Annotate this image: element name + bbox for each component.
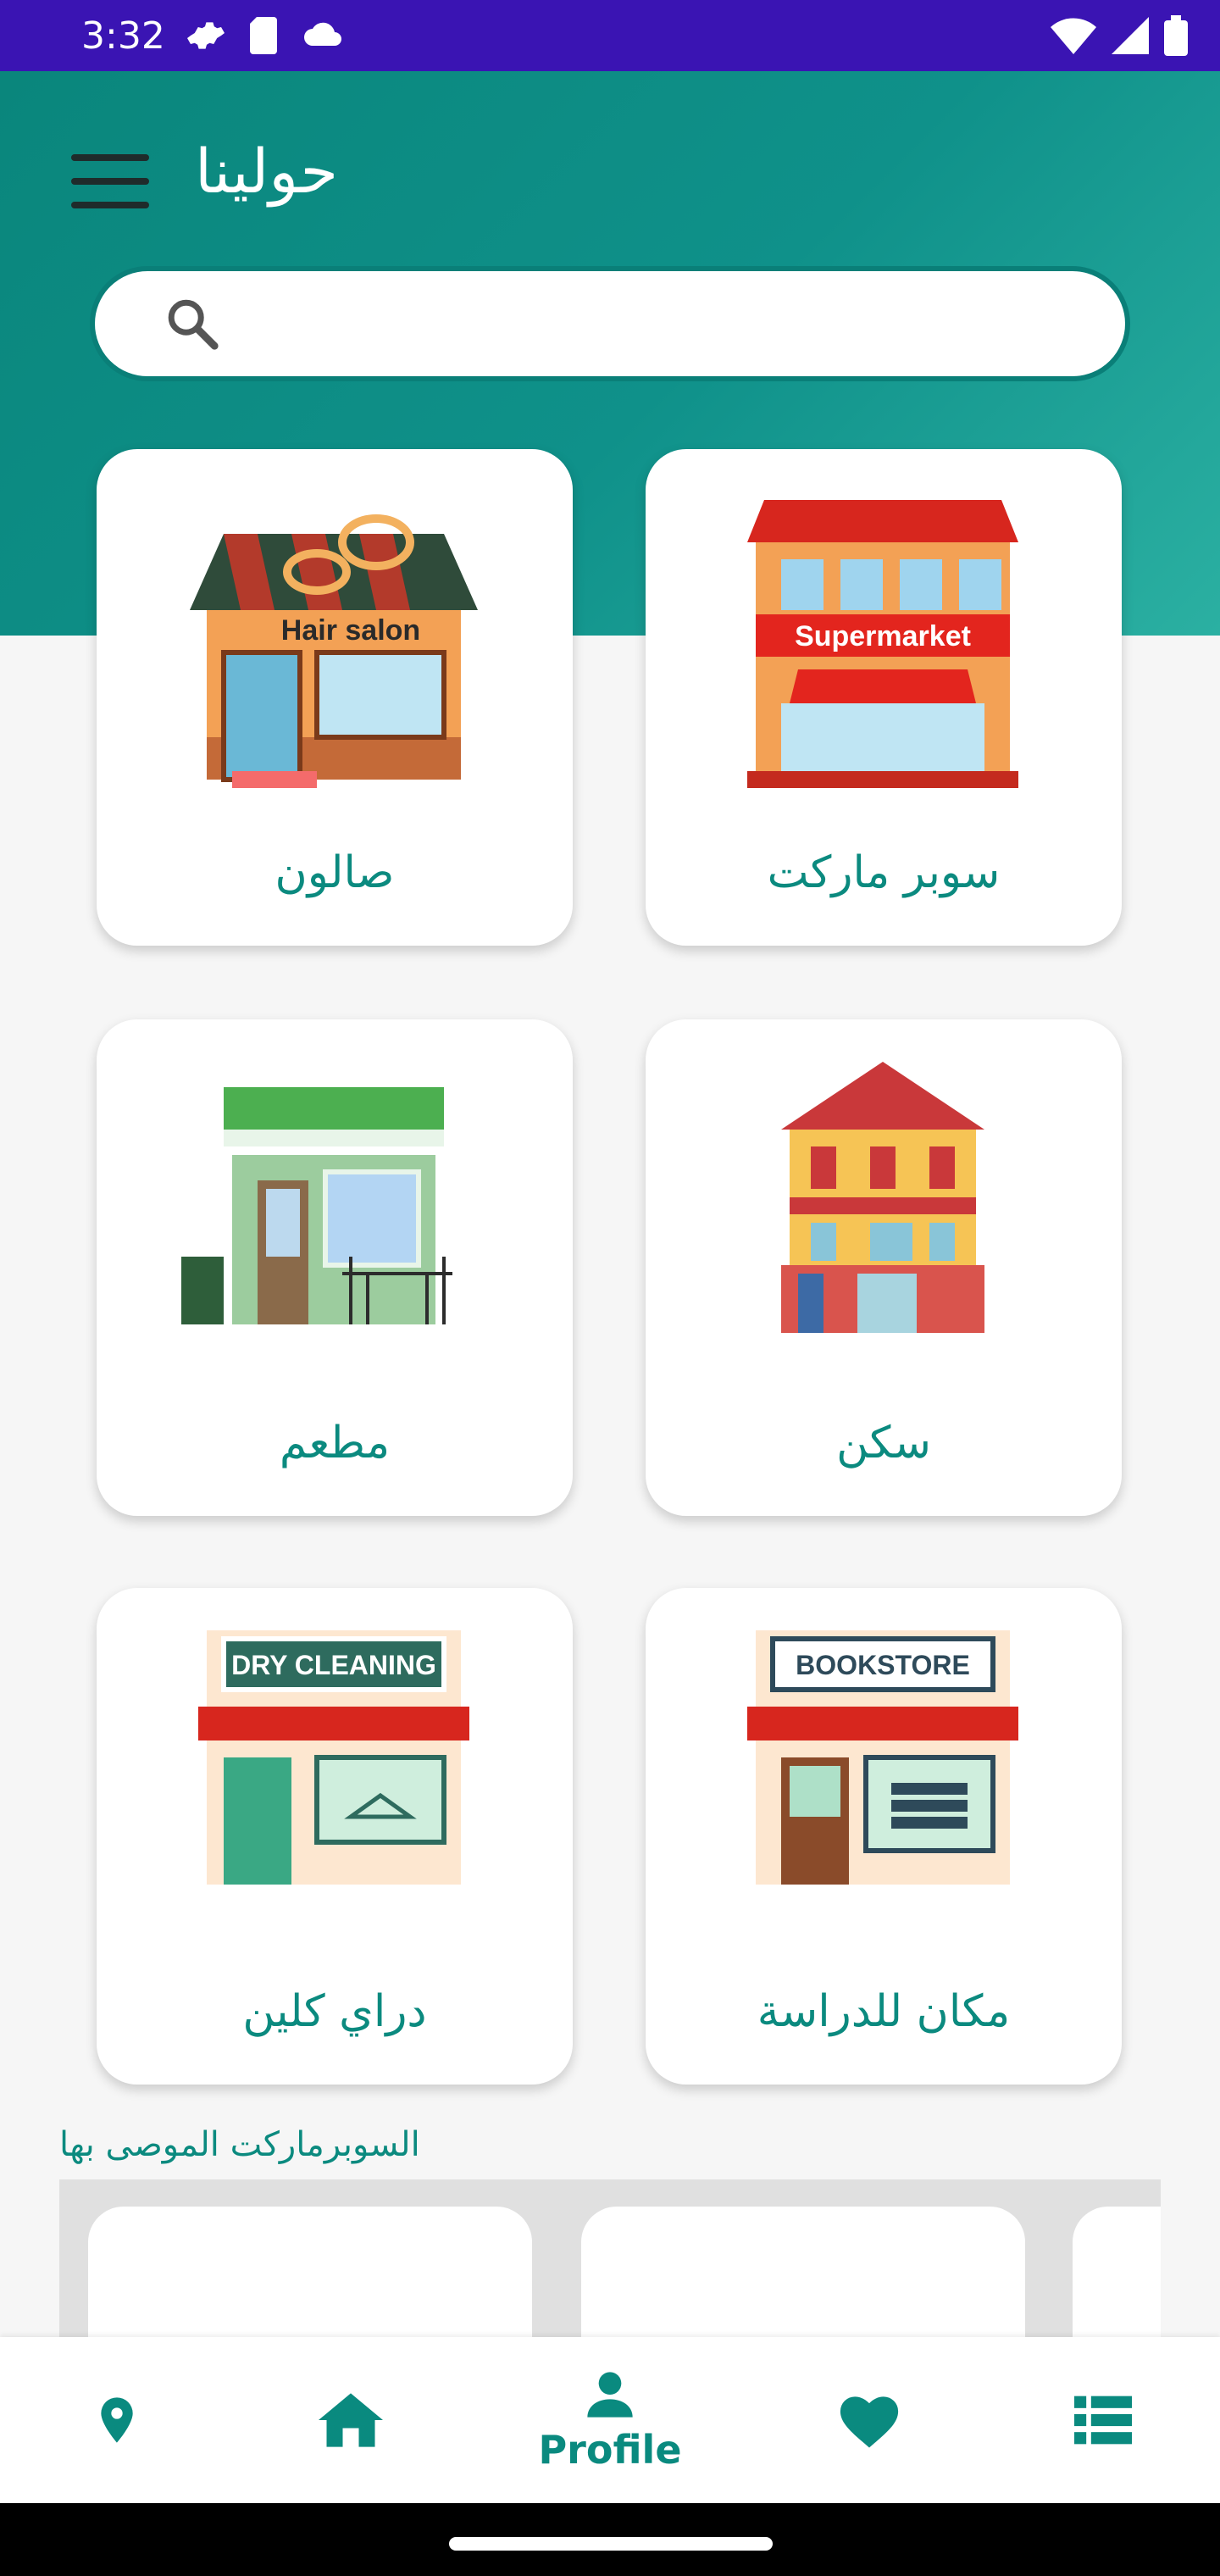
- settings-icon: [186, 22, 225, 49]
- nav-profile-label: Profile: [538, 2427, 682, 2473]
- search-input[interactable]: [247, 303, 1013, 344]
- supermarket-sign: Supermarket: [795, 620, 971, 652]
- recommended-section-title: السوبرماركت الموصى بها: [59, 2125, 420, 2164]
- search-icon: [168, 299, 219, 350]
- category-card-dry-cleaning[interactable]: DRY CLEANING دراي كلين: [97, 1588, 573, 2085]
- category-card-housing[interactable]: سكن: [646, 1019, 1122, 1516]
- category-label-supermarket: سوبر ماركت: [767, 847, 1001, 898]
- home-gesture-handle[interactable]: [449, 2537, 773, 2551]
- housing-illustration: [781, 1062, 984, 1333]
- heart-icon: [840, 2396, 899, 2448]
- restaurant-illustration: [181, 1087, 452, 1324]
- category-card-restaurant[interactable]: مطعم: [97, 1019, 573, 1516]
- menu-icon-bar: [71, 202, 149, 208]
- nav-home[interactable]: [266, 2337, 435, 2503]
- list-icon: [1074, 2396, 1132, 2445]
- supermarket-illustration: Supermarket: [747, 500, 1018, 788]
- category-card-study-place[interactable]: BOOKSTORE مكان للدراسة: [646, 1588, 1122, 2085]
- nav-location[interactable]: [32, 2337, 202, 2503]
- home-icon: [319, 2393, 383, 2447]
- menu-button[interactable]: [71, 154, 152, 215]
- nav-profile[interactable]: Profile: [525, 2337, 695, 2503]
- cloud-icon: [303, 22, 341, 46]
- menu-icon-bar: [71, 154, 149, 161]
- category-label-housing: سكن: [836, 1418, 931, 1468]
- category-label-salon: صالون: [274, 847, 395, 898]
- gesture-navigation-bar: [0, 2503, 1220, 2576]
- category-label-study-place: مكان للدراسة: [757, 1986, 1011, 2037]
- search-bar[interactable]: [90, 266, 1130, 381]
- category-label-restaurant: مطعم: [279, 1418, 391, 1468]
- category-card-salon[interactable]: Hair salon صالون: [97, 449, 573, 946]
- hair-salon-illustration: Hair salon: [190, 514, 478, 788]
- signal-icon: [1112, 17, 1149, 54]
- hair-salon-sign: Hair salon: [281, 614, 420, 647]
- category-label-dry-cleaning: دراي كلين: [242, 1986, 427, 2037]
- bookstore-illustration: BOOKSTORE: [747, 1630, 1018, 1885]
- bookstore-sign: BOOKSTORE: [796, 1650, 970, 1680]
- location-icon: [101, 2397, 133, 2443]
- battery-icon: [1164, 15, 1188, 56]
- sd-card-icon: [249, 17, 277, 54]
- app-title: حولينا: [195, 136, 339, 207]
- menu-icon-bar: [71, 178, 149, 185]
- bottom-navigation: Profile: [0, 2337, 1220, 2503]
- nav-favorites[interactable]: [785, 2337, 954, 2503]
- wifi-icon: [1051, 18, 1096, 54]
- dry-cleaning-sign: DRY CLEANING: [231, 1650, 436, 1680]
- profile-icon: [587, 2372, 633, 2418]
- dry-cleaning-illustration: DRY CLEANING: [198, 1630, 469, 1885]
- status-bar: 3:32: [0, 0, 1220, 71]
- status-time: 3:32: [81, 14, 165, 58]
- nav-list[interactable]: [1018, 2337, 1188, 2503]
- category-card-supermarket[interactable]: Supermarket سوبر ماركت: [646, 449, 1122, 946]
